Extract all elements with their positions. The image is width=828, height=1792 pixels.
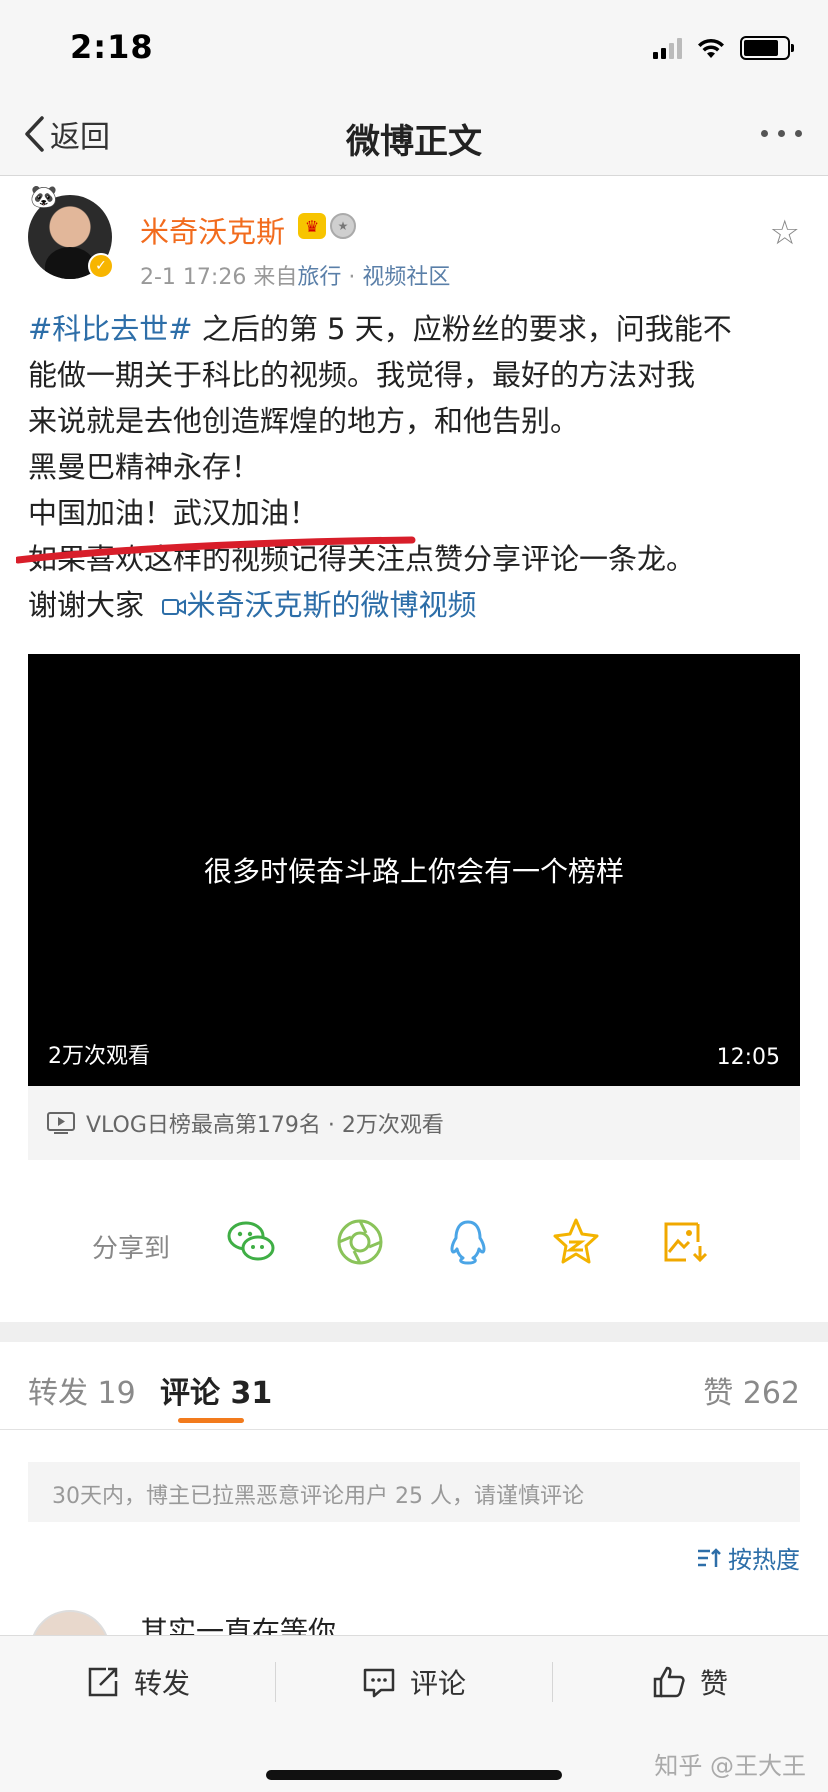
nav-bar: 返回 微博正文 (0, 96, 828, 176)
community-link[interactable]: 视频社区 (362, 265, 450, 290)
post-line: #科比去世# 之后的第 5 天，应粉丝的要求，问我能不 (28, 306, 808, 352)
signal-icon (653, 37, 682, 59)
comment-label: 评论 (410, 1667, 467, 1700)
status-bar: 2:18 (0, 0, 828, 96)
favorite-star-icon[interactable]: ☆ (770, 213, 800, 253)
video-view-count: 2万次观看 (48, 1044, 150, 1069)
divider (552, 1662, 553, 1702)
topic-link[interactable]: #科比去世# (28, 312, 193, 346)
active-tab-indicator (178, 1418, 244, 1423)
video-duration: 12:05 (716, 1045, 780, 1070)
author-avatar[interactable]: 🐼 ✓ (28, 185, 114, 279)
user-badges: ♛ ★ (298, 213, 356, 239)
vlog-rank-bar[interactable]: VLOG日榜最高第179名 · 2万次观看 (28, 1086, 800, 1160)
watermark: 知乎 @王大王 (654, 1752, 806, 1780)
post-meta: 2-1 17:26 来自旅行 · 视频社区 (140, 259, 450, 291)
post-header: 🐼 ✓ 米奇沃克斯 ♛ ★ 2-1 17:26 来自旅行 · 视频社区 ☆ (0, 177, 828, 292)
wifi-icon (698, 38, 724, 58)
post-text-segment: 之后的第 5 天，应粉丝的要求，问我能不 (192, 312, 732, 346)
post-line: 能做一期关于科比的视频。我觉得，最好的方法对我 (28, 358, 696, 392)
status-time: 2:18 (70, 28, 154, 66)
repost-icon (88, 1667, 118, 1697)
post-line: 中国加油！武汉加油！ (28, 496, 319, 530)
comment-icon (363, 1668, 395, 1698)
like-button[interactable]: 赞 (652, 1662, 728, 1702)
qzone-star-icon[interactable] (548, 1214, 604, 1270)
section-divider (0, 1322, 828, 1342)
source-link[interactable]: 旅行 (297, 265, 341, 290)
post-text-segment: 谢谢大家 (28, 588, 145, 622)
tab-comment[interactable]: 评论 31 (160, 1368, 272, 1412)
comment-notice: 30天内，博主已拉黑恶意评论用户 25 人，请谨慎评论 (28, 1462, 800, 1522)
video-link-label: 米奇沃克斯的微博视频 (186, 588, 477, 622)
share-label: 分享到 (92, 1234, 171, 1264)
like-label: 赞 (700, 1667, 729, 1700)
video-rank-icon (47, 1112, 75, 1134)
bottom-action-bar: 转发 评论 赞 知乎 @王大王 (0, 1635, 828, 1792)
post-line: 谢谢大家 米奇沃克斯的微博视频 (28, 582, 808, 628)
comment-button[interactable]: 评论 (362, 1662, 466, 1702)
more-options-icon[interactable] (761, 130, 802, 137)
battery-icon (740, 36, 794, 60)
share-row: 分享到 (0, 1208, 828, 1278)
video-link[interactable]: 米奇沃克斯的微博视频 (162, 588, 476, 622)
video-link-icon (162, 599, 187, 615)
video-caption: 很多时候奋斗路上你会有一个榜样 (203, 855, 624, 888)
qq-icon[interactable] (440, 1214, 496, 1270)
thumbs-up-icon (653, 1666, 685, 1698)
red-underline-annotation (16, 536, 416, 564)
repost-label: 转发 (134, 1667, 191, 1700)
vip-crown-icon[interactable]: ♛ (298, 213, 326, 239)
status-icons (653, 36, 794, 60)
verified-badge-icon: ✓ (88, 253, 114, 279)
tab-like[interactable]: 赞 262 (703, 1368, 800, 1412)
tab-repost[interactable]: 转发 19 (28, 1368, 136, 1412)
video-player[interactable]: 很多时候奋斗路上你会有一个榜样 2万次观看 12:05 (28, 654, 800, 1086)
post-body: #科比去世# 之后的第 5 天，应粉丝的要求，问我能不 能做一期关于科比的视频。… (28, 306, 808, 628)
divider (275, 1662, 276, 1702)
wechat-icon[interactable] (224, 1214, 280, 1270)
author-name[interactable]: 米奇沃克斯 (140, 209, 285, 251)
save-image-icon[interactable] (656, 1214, 712, 1270)
moments-icon[interactable] (332, 1214, 388, 1270)
medal-icon[interactable]: ★ (330, 213, 356, 239)
post-line: 黑曼巴精神永存！ (28, 450, 261, 484)
panda-decoration-icon: 🐼 (30, 185, 58, 210)
home-indicator (266, 1770, 562, 1780)
repost-button[interactable]: 转发 (86, 1662, 190, 1702)
post-line: 来说就是去他创造辉煌的地方，和他告别。 (28, 404, 580, 438)
interaction-tabs: 转发 19 评论 31 赞 262 (0, 1342, 828, 1430)
sort-button[interactable]: 按热度 (696, 1540, 800, 1575)
sort-icon (698, 1547, 721, 1567)
from-prefix: 来自 (253, 265, 298, 290)
sort-label: 按热度 (728, 1546, 800, 1574)
page-title: 微博正文 (346, 122, 482, 162)
meta-separator: · (348, 265, 356, 290)
post-time: 2-1 17:26 (140, 265, 247, 290)
vlog-rank-text: VLOG日榜最高第179名 · 2万次观看 (86, 1113, 444, 1138)
